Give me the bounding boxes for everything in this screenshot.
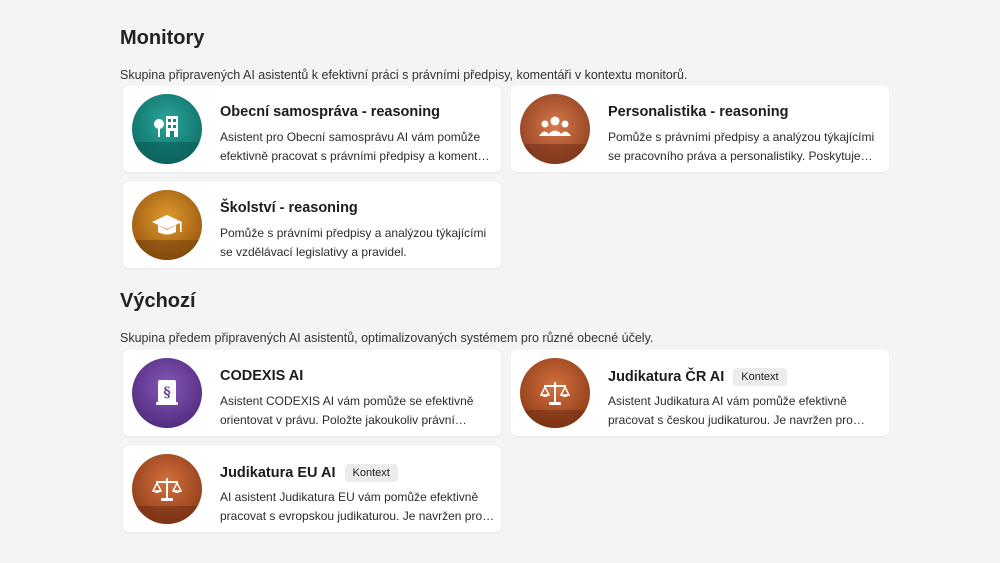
card-title-text: Judikatura ČR AI bbox=[608, 369, 725, 385]
assistant-card-obecni-samosprava[interactable]: Obecní samospráva - reasoning Asistent p… bbox=[123, 86, 501, 172]
municipality-icon bbox=[132, 94, 202, 164]
section-monitory: Monitory Skupina připravených AI asisten… bbox=[120, 27, 900, 82]
card-title: Judikatura ČR AI Kontext bbox=[608, 368, 787, 386]
card-description: AI asistent Judikatura EU vám pomůže efe… bbox=[220, 490, 483, 523]
section-description: Skupina předem připravených AI asistentů… bbox=[120, 331, 654, 345]
assistant-card-personalistika[interactable]: Personalistika - reasoning Pomůže s práv… bbox=[511, 86, 889, 172]
card-description: Pomůže s právními předpisy a analýzou tý… bbox=[608, 130, 875, 163]
card-title-text: Školství - reasoning bbox=[220, 200, 358, 216]
card-title-text: Judikatura EU AI bbox=[220, 465, 336, 481]
assistant-card-judikatura-eu[interactable]: Judikatura EU AI Kontext AI asistent Jud… bbox=[123, 446, 501, 532]
card-description: Asistent pro Obecní samosprávu AI vám po… bbox=[220, 130, 491, 163]
section-vychozi: Výchozí Skupina předem připravených AI a… bbox=[120, 290, 900, 345]
card-description: Asistent Judikatura AI vám pomůže efekti… bbox=[608, 394, 853, 427]
section-title: Monitory bbox=[120, 27, 205, 49]
assistant-card-skolstvi[interactable]: Školství - reasoning Pomůže s právními p… bbox=[123, 182, 501, 268]
card-title: Obecní samospráva - reasoning bbox=[220, 104, 440, 120]
scales-icon bbox=[132, 454, 202, 524]
card-description: Pomůže s právními předpisy a analýzou tý… bbox=[220, 226, 487, 259]
card-title: Školství - reasoning bbox=[220, 200, 358, 216]
card-title-text: Personalistika - reasoning bbox=[608, 104, 789, 120]
card-title-text: Obecní samospráva - reasoning bbox=[220, 104, 440, 120]
section-description: Skupina připravených AI asistentů k efek… bbox=[120, 68, 688, 82]
scales-icon bbox=[520, 358, 590, 428]
context-badge: Kontext bbox=[344, 464, 398, 482]
card-title: CODEXIS AI bbox=[220, 368, 303, 384]
card-title: Personalistika - reasoning bbox=[608, 104, 789, 120]
section-title: Výchozí bbox=[120, 290, 196, 312]
context-badge: Kontext bbox=[733, 368, 787, 386]
graduation-cap-icon bbox=[132, 190, 202, 260]
card-description: Asistent CODEXIS AI vám pomůže se efekti… bbox=[220, 394, 474, 427]
law-book-icon: § bbox=[132, 358, 202, 428]
card-title-text: CODEXIS AI bbox=[220, 368, 304, 384]
assistant-card-codexis-ai[interactable]: § CODEXIS AI Asistent CODEXIS AI vám pom… bbox=[123, 350, 501, 436]
card-title: Judikatura EU AI Kontext bbox=[220, 464, 398, 482]
svg-text:§: § bbox=[163, 385, 170, 401]
assistant-card-judikatura-cr[interactable]: Judikatura ČR AI Kontext Asistent Judika… bbox=[511, 350, 889, 436]
people-group-icon bbox=[520, 94, 590, 164]
assistants-page: Monitory Skupina připravených AI asisten… bbox=[0, 0, 1000, 563]
